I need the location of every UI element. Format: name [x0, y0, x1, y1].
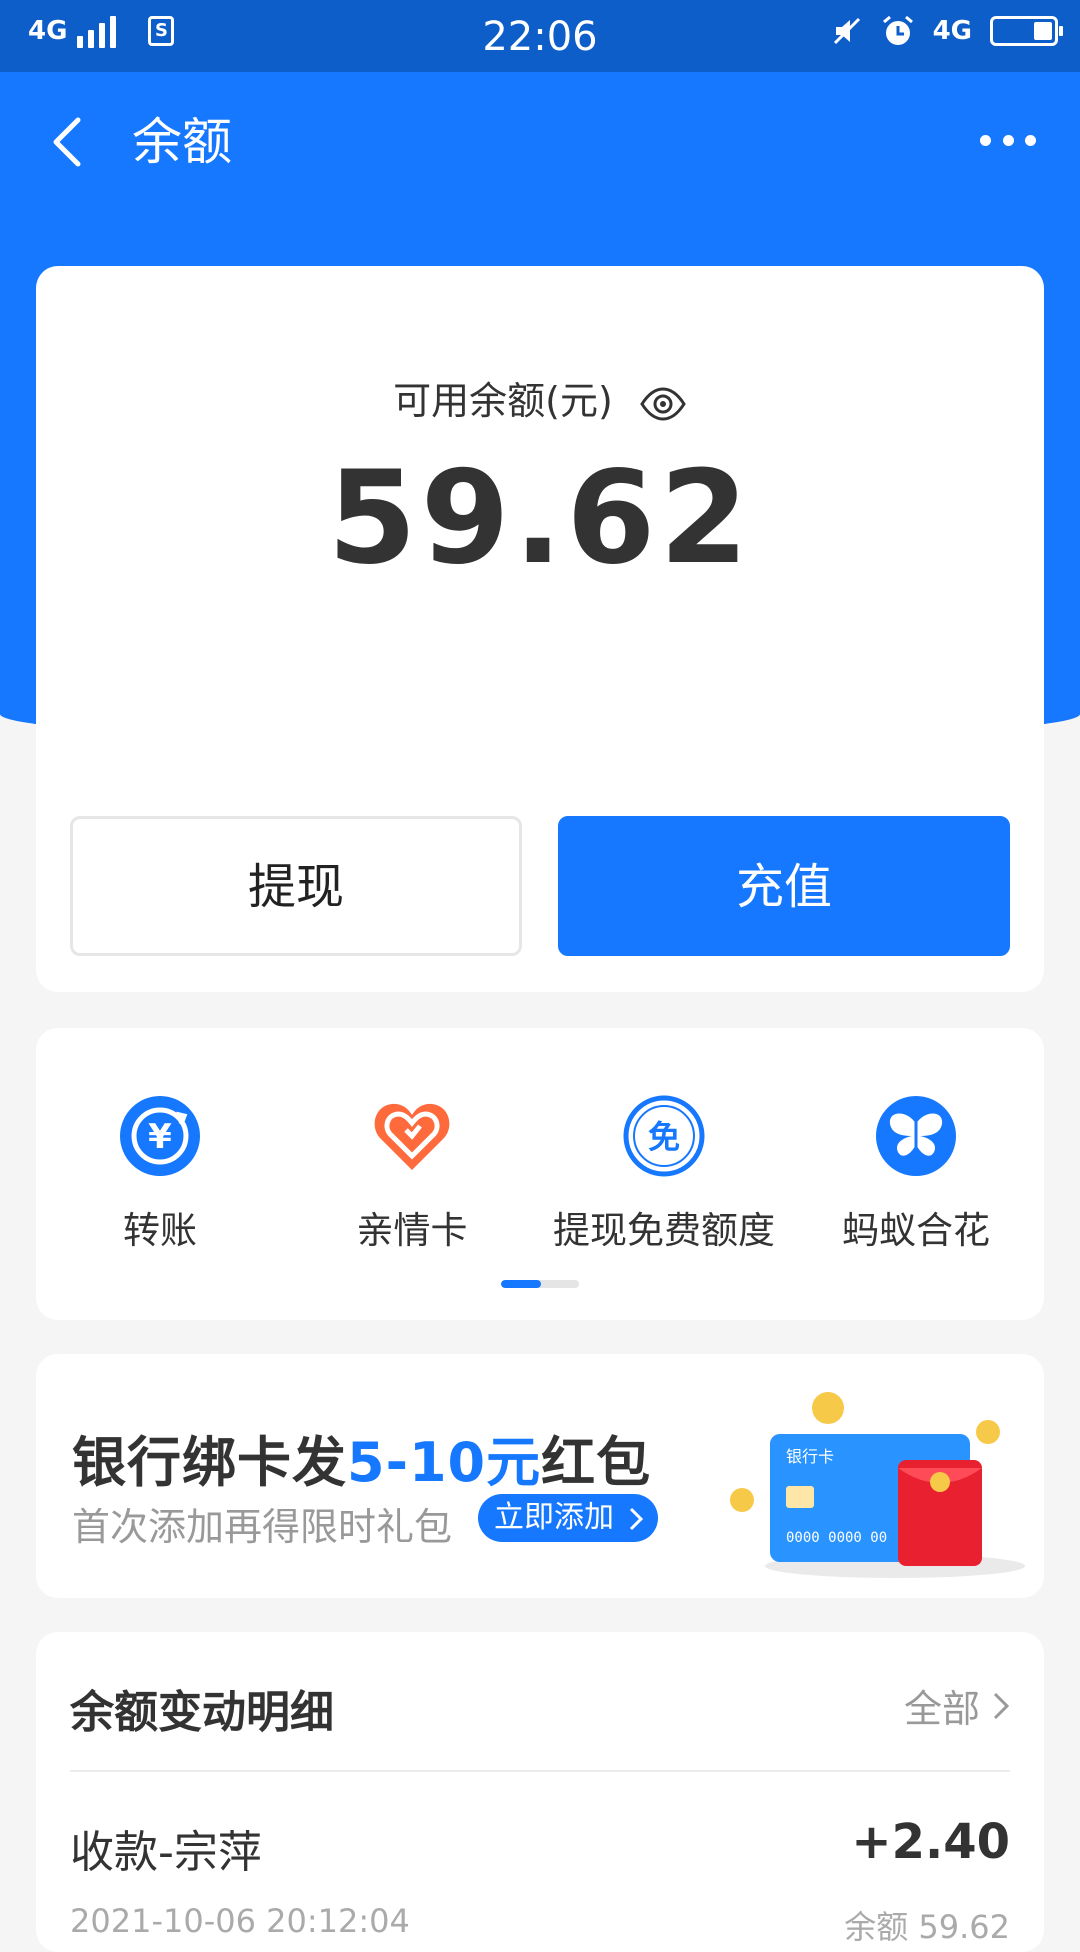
page-title: 余额 — [132, 113, 232, 171]
status-right: 4G — [831, 14, 1063, 48]
bank-card-illustration: 银行卡 0000 0000 00 — [730, 1392, 1025, 1578]
service-transfer[interactable]: ¥ 转账 — [40, 1094, 280, 1254]
svg-text:银行卡: 银行卡 — [786, 1447, 834, 1466]
back-arrow-icon[interactable] — [48, 116, 88, 168]
withdraw-button[interactable]: 提现 — [70, 816, 522, 956]
transaction-balance: 余额 59.62 — [844, 1908, 1010, 1946]
promo-card[interactable]: 银行绑卡发5-10元红包 首次添加再得限时礼包 立即添加 银行卡 0000 00… — [36, 1354, 1044, 1598]
balance-card: 可用余额(元) 59.62 提现 充值 — [36, 266, 1044, 992]
nav-bar: 余额 — [0, 72, 1080, 212]
service-label: 转账 — [123, 1209, 197, 1252]
network-type-right: 4G — [932, 16, 972, 46]
divider — [70, 1770, 1010, 1772]
status-bar: 4G S 22:06 4G — [0, 0, 1080, 72]
service-label: 亲情卡 — [356, 1209, 468, 1252]
eye-icon[interactable] — [639, 384, 687, 424]
family-card-icon — [374, 1103, 450, 1170]
service-family-card[interactable]: 亲情卡 — [292, 1094, 532, 1254]
balance-label-row: 可用余额(元) — [36, 370, 1044, 425]
services-card: ¥ 转账 亲情卡 免 提现免费额度 蚂蚁合花 — [36, 1028, 1044, 1320]
balance-label: 可用余额(元) — [393, 379, 613, 423]
battery-icon — [990, 16, 1063, 46]
svg-text:¥: ¥ — [148, 1117, 172, 1157]
chevron-right-icon — [629, 1507, 643, 1530]
recharge-button[interactable]: 充值 — [558, 816, 1010, 956]
view-all-link[interactable]: 全部 — [904, 1678, 1010, 1733]
svg-text:免: 免 — [648, 1118, 680, 1156]
balance-amount: 59.62 — [327, 444, 753, 593]
butterfly-icon — [876, 1096, 956, 1176]
promo-subtitle: 首次添加再得限时礼包 — [72, 1505, 453, 1549]
free-withdraw-icon: 免 — [623, 1095, 705, 1177]
mute-icon — [833, 17, 860, 45]
alarm-icon — [882, 15, 913, 45]
balance-details-card: 余额变动明细 全部 收款-宗萍 +2.40 2021-10-06 20:12:0… — [36, 1632, 1044, 1952]
transaction-time: 2021-10-06 20:12:04 — [70, 1902, 410, 1940]
service-ant-huabei[interactable]: 蚂蚁合花 — [796, 1094, 1036, 1254]
service-free-withdraw[interactable]: 免 提现免费额度 — [544, 1094, 784, 1254]
transaction-row[interactable]: 收款-宗萍 +2.40 2021-10-06 20:12:04 余额 59.62 — [70, 1782, 1010, 1952]
chevron-right-icon — [993, 1692, 1010, 1719]
add-card-button[interactable]: 立即添加 — [478, 1494, 658, 1542]
transaction-amount: +2.40 — [851, 1814, 1010, 1870]
transaction-name: 收款-宗萍 — [70, 1827, 262, 1878]
promo-title: 银行绑卡发5-10元红包 — [72, 1431, 652, 1494]
details-title: 余额变动明细 — [70, 1687, 334, 1738]
service-label: 蚂蚁合花 — [842, 1209, 990, 1252]
more-icon[interactable] — [980, 126, 1036, 154]
page-indicator — [501, 1280, 579, 1288]
transfer-icon: ¥ — [120, 1096, 200, 1176]
service-label: 提现免费额度 — [553, 1209, 775, 1252]
svg-text:0000 0000 00: 0000 0000 00 — [786, 1530, 887, 1546]
